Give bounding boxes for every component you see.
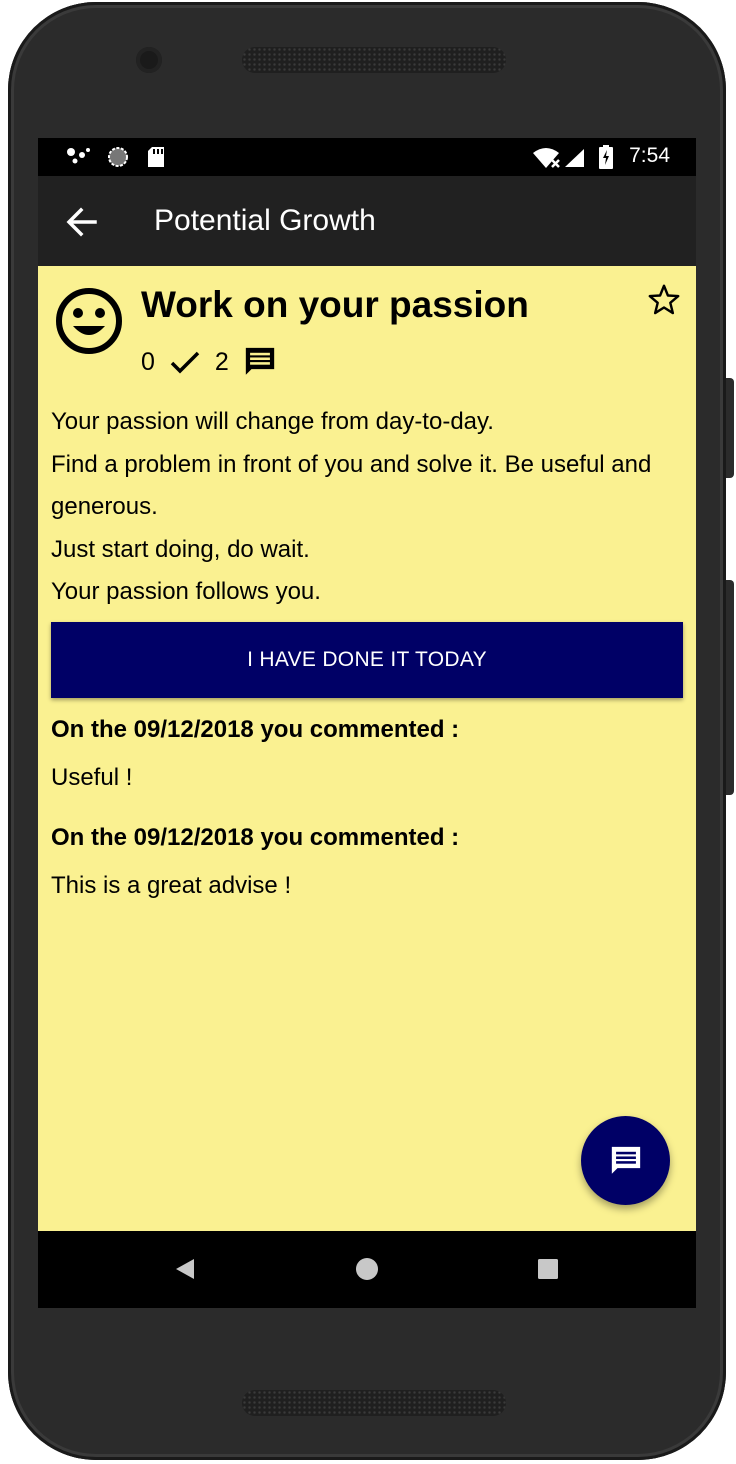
- advice-title: Work on your passion: [141, 284, 529, 325]
- nav-home-button[interactable]: [349, 1251, 385, 1287]
- advice-body: Your passion will change from day-to-day…: [51, 401, 681, 614]
- system-nav-bar: [38, 1231, 696, 1308]
- bottom-speaker: [242, 1390, 506, 1416]
- nav-back-button[interactable]: [167, 1251, 203, 1287]
- status-time: 7:54: [629, 144, 670, 167]
- battery-charging-icon: [599, 145, 613, 169]
- advice-content: Work on your passion 0 2 Your passion wi…: [38, 266, 696, 1231]
- smiley-icon: [56, 288, 122, 354]
- sync-circle-icon: [108, 147, 128, 167]
- back-button[interactable]: [58, 198, 106, 246]
- nav-recents-icon: [538, 1259, 558, 1279]
- favorite-button[interactable]: [646, 282, 682, 318]
- nav-home-icon: [356, 1258, 378, 1280]
- volume-button: [726, 378, 734, 478]
- advice-body-line: Just start doing, do wait.: [51, 535, 310, 563]
- front-camera: [136, 47, 162, 73]
- signal-icon: [565, 149, 584, 167]
- comment-text: Useful !: [51, 764, 133, 791]
- assistant-dots-icon: [67, 148, 90, 164]
- comment-icon: [611, 1146, 641, 1174]
- back-arrow-icon: [66, 207, 97, 237]
- done-count: 0: [141, 347, 155, 376]
- top-speaker: [242, 47, 506, 73]
- checkmark-icon: [170, 351, 200, 374]
- app-toolbar: Potential Growth: [38, 176, 696, 266]
- add-comment-button[interactable]: [581, 1116, 670, 1205]
- status-bar: 7:54: [38, 138, 696, 176]
- advice-body-line: Find a problem in front of you and solve…: [51, 450, 652, 521]
- advice-body-line: Your passion follows you.: [51, 578, 321, 606]
- star-outline-icon: [648, 284, 680, 315]
- nav-back-icon: [176, 1259, 194, 1279]
- comment-header: On the 09/12/2018 you commented :: [51, 824, 460, 851]
- wifi-icon: [533, 148, 560, 168]
- comment-icon: [245, 347, 274, 375]
- comment-header: On the 09/12/2018 you commented :: [51, 716, 460, 743]
- app-screen: 7:54 Potential Growth Work on your passi…: [38, 138, 696, 1308]
- sd-card-icon: [148, 147, 164, 167]
- page-title: Potential Growth: [154, 204, 376, 237]
- done-today-button[interactable]: I HAVE DONE IT TODAY: [51, 622, 683, 698]
- comment-count: 2: [214, 347, 229, 376]
- power-button: [726, 580, 734, 795]
- advice-stats: 0 2: [141, 344, 277, 380]
- comment-text: This is a great advise !: [51, 872, 292, 899]
- nav-recents-button[interactable]: [530, 1251, 566, 1287]
- advice-body-line: Your passion will change from day-to-day…: [51, 408, 494, 435]
